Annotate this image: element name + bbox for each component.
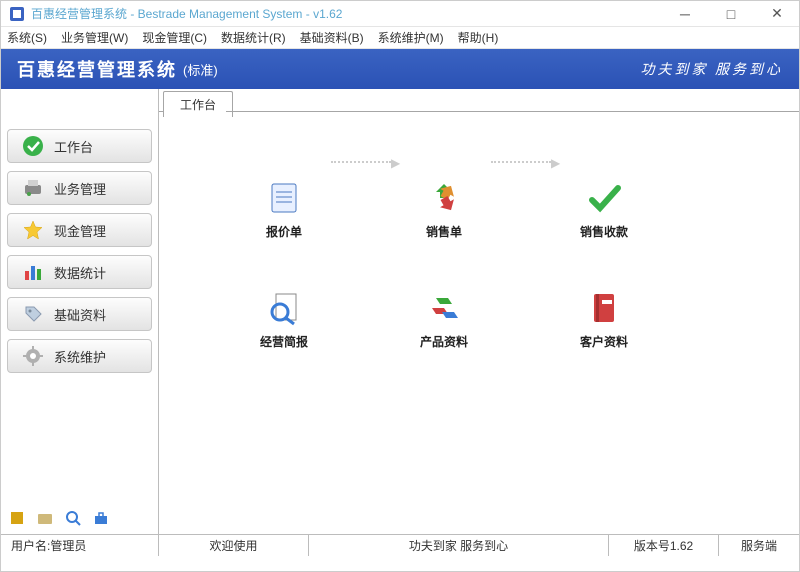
statusbar: 用户名:管理员 欢迎使用 功夫到家 服务到心 版本号1.62 服务端 (1, 534, 799, 556)
tab-workbench[interactable]: 工作台 (163, 91, 233, 117)
gear-icon (22, 345, 44, 367)
checkmark-icon (585, 179, 623, 217)
shortcut-sales[interactable]: 销售单 (399, 179, 489, 240)
banner-title: 百惠经营管理系统 (17, 56, 177, 82)
banner-edition: (标准) (183, 60, 218, 79)
cubes-icon (425, 289, 463, 327)
menu-basedata[interactable]: 基础资料(B) (300, 29, 364, 46)
check-icon (22, 135, 44, 157)
shortcut-icon-1[interactable] (9, 510, 25, 526)
shortcut-label: 销售单 (426, 223, 462, 240)
chart-icon (22, 261, 44, 283)
maximize-button[interactable]: □ (717, 4, 745, 24)
document-icon (265, 179, 303, 217)
shortcut-label: 报价单 (266, 223, 302, 240)
menu-maintenance[interactable]: 系统维护(M) (378, 29, 444, 46)
menu-business[interactable]: 业务管理(W) (61, 29, 128, 46)
sidebar-item-business[interactable]: 业务管理 (7, 171, 152, 205)
shortcut-label: 经营简报 (260, 333, 308, 350)
sidebar-item-label: 系统维护 (54, 347, 106, 366)
sidebar-item-label: 业务管理 (54, 179, 106, 198)
shortcut-quote[interactable]: 报价单 (239, 179, 329, 240)
sidebar-item-cash[interactable]: 现金管理 (7, 213, 152, 247)
tag-icon (22, 303, 44, 325)
shortcut-report[interactable]: 经营简报 (239, 289, 329, 350)
shortcut-label: 产品资料 (420, 333, 468, 350)
printer-icon (22, 177, 44, 199)
banner: 百惠经营管理系统 (标准) 功夫到家 服务到心 (1, 49, 799, 89)
recycle-icon (425, 179, 463, 217)
menubar: 系统(S) 业务管理(W) 现金管理(C) 数据统计(R) 基础资料(B) 系统… (1, 27, 799, 49)
status-server: 服务端 (719, 535, 799, 556)
status-user: 用户名:管理员 (1, 535, 159, 556)
sidebar-item-maintenance[interactable]: 系统维护 (7, 339, 152, 373)
menu-statistics[interactable]: 数据统计(R) (221, 29, 286, 46)
shortcut-icon-3[interactable] (65, 510, 81, 526)
sidebar-item-basedata[interactable]: 基础资料 (7, 297, 152, 331)
book-icon (585, 289, 623, 327)
sidebar-item-label: 基础资料 (54, 305, 106, 324)
menu-system[interactable]: 系统(S) (7, 29, 47, 46)
star-icon (22, 219, 44, 241)
shortcut-label: 销售收款 (580, 223, 628, 240)
shortcut-icon-4[interactable] (93, 510, 109, 526)
shortcut-customer[interactable]: 客户资料 (559, 289, 649, 350)
minimize-button[interactable]: ─ (671, 4, 699, 24)
banner-slogan: 功夫到家 服务到心 (641, 59, 784, 79)
close-button[interactable]: ✕ (763, 4, 791, 24)
status-slogan: 功夫到家 服务到心 (309, 535, 609, 556)
menu-help[interactable]: 帮助(H) (458, 29, 499, 46)
sidebar-item-label: 现金管理 (54, 221, 106, 240)
shortcut-product[interactable]: 产品资料 (399, 289, 489, 350)
status-welcome: 欢迎使用 (159, 535, 309, 556)
shortcut-receipt[interactable]: 销售收款 (559, 179, 649, 240)
sidebar-item-statistics[interactable]: 数据统计 (7, 255, 152, 289)
sidebar-item-workbench[interactable]: 工作台 (7, 129, 152, 163)
menu-cash[interactable]: 现金管理(C) (142, 29, 207, 46)
sidebar: 工作台 业务管理 现金管理 数据统计 基础资料 系统维护 (1, 89, 159, 534)
status-version: 版本号1.62 (609, 535, 719, 556)
shortcut-label: 客户资料 (580, 333, 628, 350)
magnifier-page-icon (265, 289, 303, 327)
app-icon (9, 6, 25, 22)
tab-label: 工作台 (180, 98, 216, 112)
sidebar-item-label: 数据统计 (54, 263, 106, 282)
sidebar-item-label: 工作台 (54, 137, 93, 156)
shortcut-icon-2[interactable] (37, 510, 53, 526)
window-title: 百惠经营管理系统 - Bestrade Management System - … (31, 5, 671, 22)
